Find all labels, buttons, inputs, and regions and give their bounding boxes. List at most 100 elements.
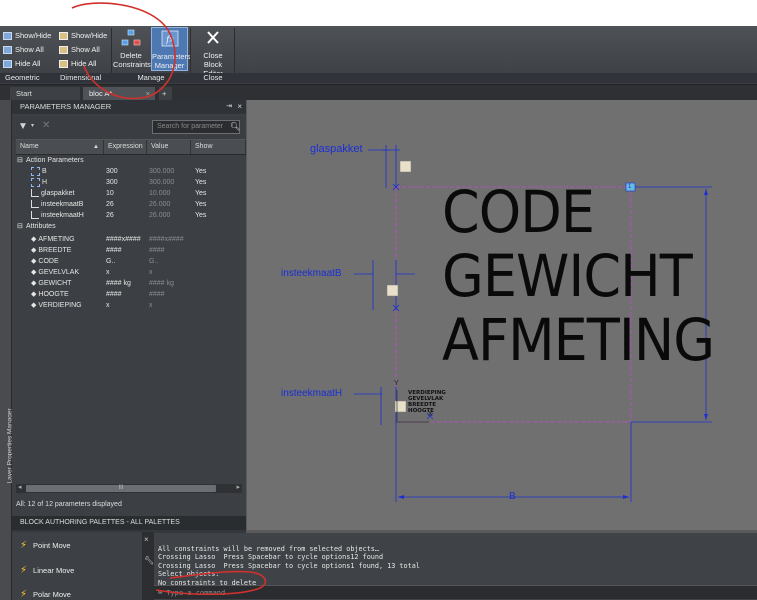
col-value[interactable]: Value <box>147 140 191 154</box>
dimensional-group-label: Dimensional <box>58 73 111 83</box>
linear-move-item[interactable]: ⚡︎ Linear Move <box>20 565 74 576</box>
table-row[interactable]: ◆ HOOGTE #### #### <box>16 289 242 300</box>
palette-title: PARAMETERS MANAGER ⇥ × <box>12 100 246 114</box>
B-label[interactable]: B <box>509 491 516 502</box>
attribute-icon: ◆ <box>31 280 37 287</box>
search-icon[interactable]: 🔍︎ <box>230 122 240 131</box>
bap-list: ⚡︎ Point Move ⚡︎ Linear Move ⚡︎ Polar Move <box>12 532 142 600</box>
parameter-grip-icon <box>386 284 399 297</box>
close-palette-icon[interactable]: × <box>237 100 242 114</box>
search-input[interactable]: Search for parameter <box>152 120 240 134</box>
show-hide-icon <box>59 32 68 41</box>
close-tab-icon[interactable]: × <box>146 87 150 100</box>
geometric-hide-all-button[interactable]: Hide All <box>3 58 40 70</box>
point-move-icon: ⚡︎ <box>20 540 28 551</box>
dimensional-show-all-button[interactable]: Show All <box>59 44 100 56</box>
linear-parameter-icon <box>31 177 40 187</box>
hide-all-icon <box>3 60 12 69</box>
table-row[interactable]: B 300 300.000 Yes <box>16 166 242 177</box>
tab-block[interactable]: bloc A* × <box>83 87 155 100</box>
y-axis-label: Y <box>394 380 399 387</box>
svg-text:fx: fx <box>165 35 174 44</box>
wrench-icon[interactable]: 🔧︎ <box>144 556 154 565</box>
hide-all-icon <box>59 60 68 69</box>
polar-move-item[interactable]: ⚡︎ Polar Move <box>20 589 71 600</box>
col-expression[interactable]: Expression <box>104 140 147 154</box>
command-prompt-icon: ⌨ <box>158 589 163 597</box>
manage-group-label: Manage <box>111 73 191 83</box>
col-show[interactable]: Show <box>191 140 246 154</box>
new-tab-button[interactable]: + <box>159 87 172 100</box>
polar-move-icon: ⚡︎ <box>20 589 28 600</box>
ribbon-footer <box>235 73 757 83</box>
fx-icon: fx <box>161 30 178 47</box>
attribute-icon: ◆ <box>31 258 37 265</box>
close-icon <box>207 31 219 44</box>
scrollbar-thumb[interactable]: III <box>26 485 216 492</box>
table-row[interactable]: insteekmaatB 26 26.000 Yes <box>16 199 242 210</box>
linear-parameter-icon <box>31 166 40 176</box>
attribute-icon: ◆ <box>31 236 37 243</box>
dimensional-hide-all-button[interactable]: Hide All <box>59 58 96 70</box>
filter-dropdown-icon[interactable]: ▾ <box>31 122 34 129</box>
group-header-action-parameters[interactable]: ⊟ Action Parameters <box>16 155 242 166</box>
attribute-icon: ◆ <box>31 302 37 309</box>
filter-icon[interactable]: ▼ <box>18 121 28 132</box>
table-row[interactable]: ◆ GEVELVLAK x x <box>16 267 242 278</box>
show-all-icon <box>59 46 68 55</box>
top-strip <box>0 0 757 26</box>
layer-properties-strip[interactable]: Layer Properties Manager <box>0 100 14 600</box>
geometric-show-all-button[interactable]: Show All <box>3 44 44 56</box>
table-row[interactable]: ◆ CODE G.. G.. <box>16 256 242 267</box>
insteekmaatH-label[interactable]: insteekmaatH <box>281 388 342 399</box>
bap-side-strip[interactable]: × 🔧︎ <box>142 532 154 600</box>
small-attribute-text[interactable]: VERDIEPING GEVELVLAK BREEDTE HOOGTE <box>408 390 446 414</box>
close-block-editor-button[interactable]: Close Block Editor <box>193 29 233 78</box>
group-header-attributes[interactable]: ⊟ Attributes <box>16 221 242 232</box>
tab-bar: Start bloc A* × + <box>0 85 757 100</box>
table-row[interactable]: ◆ GEWICHT #### kg #### kg <box>16 278 242 289</box>
table-row[interactable]: glaspakket 10 10.000 Yes <box>16 188 242 199</box>
collapse-icon[interactable]: ⊟ <box>17 155 23 166</box>
linear-parameter-icon <box>31 211 39 220</box>
geometric-group-label: Geometric <box>0 73 58 83</box>
column-header: Name ▲ Expression Value Show <box>16 139 246 155</box>
scroll-right-icon[interactable]: ▸ <box>236 483 240 491</box>
geometric-show-hide-button[interactable]: Show/Hide <box>3 30 51 42</box>
table-row[interactable]: H 300 300.000 Yes <box>16 177 242 188</box>
parameters-manager-palette: PARAMETERS MANAGER ⇥ × ▼ ▾ ✕ Search for … <box>12 100 246 516</box>
delete-parameter-icon[interactable]: ✕ <box>42 120 50 131</box>
parameters-manager-button[interactable]: fx Parameters Manager <box>151 27 191 71</box>
attribute-icon: ◆ <box>31 247 37 254</box>
show-hide-icon <box>3 32 12 41</box>
drawing-canvas[interactable]: glaspakket insteekmaatB insteekmaatH B 1… <box>247 100 757 530</box>
glaspakket-label[interactable]: glaspakket <box>310 143 363 155</box>
table-row[interactable]: insteekmaatH 26 26.000 Yes <box>16 210 242 221</box>
insteekmaatB-label[interactable]: insteekmaatB <box>281 268 342 279</box>
command-line: All constraints will be removed from sel… <box>154 533 757 600</box>
horizontal-scrollbar[interactable]: ◂ III ▸ <box>16 484 242 493</box>
close-group-label: Close <box>191 73 235 83</box>
col-name[interactable]: Name ▲ <box>16 140 104 154</box>
attribute-icon: ◆ <box>31 291 37 298</box>
table-row[interactable]: ◆ AFMETING ####x#### ####x#### <box>16 234 242 245</box>
delete-constraints-button[interactable]: Delete Constraints <box>113 29 151 69</box>
command-input[interactable]: ⌨ Type a command <box>154 585 757 599</box>
command-history: All constraints will be removed from sel… <box>158 544 420 587</box>
table-row[interactable]: ◆ VERDIEPING x x <box>16 300 242 311</box>
table-row[interactable]: ◆ BREEDTE #### #### <box>16 245 242 256</box>
linear-parameter-icon <box>31 200 39 209</box>
attribute-block-text[interactable]: CODE GEWICHT AFMETING <box>442 180 715 372</box>
tab-start[interactable]: Start <box>10 87 80 100</box>
close-icon[interactable]: × <box>144 535 149 544</box>
pin-icon[interactable]: ⇥ <box>226 100 232 114</box>
collapse-icon[interactable]: ⊟ <box>17 221 23 232</box>
show-all-icon <box>3 46 12 55</box>
bap-title: BLOCK AUTHORING PALETTES - ALL PALETTES <box>12 516 246 530</box>
point-move-item[interactable]: ⚡︎ Point Move <box>20 540 71 551</box>
scroll-left-icon[interactable]: ◂ <box>18 483 22 491</box>
attribute-icon: ◆ <box>31 269 37 276</box>
delete-constraints-icon <box>121 29 141 46</box>
status-text: All: 12 of 12 parameters displayed <box>16 501 122 508</box>
dimensional-show-hide-button[interactable]: Show/Hide <box>59 30 107 42</box>
